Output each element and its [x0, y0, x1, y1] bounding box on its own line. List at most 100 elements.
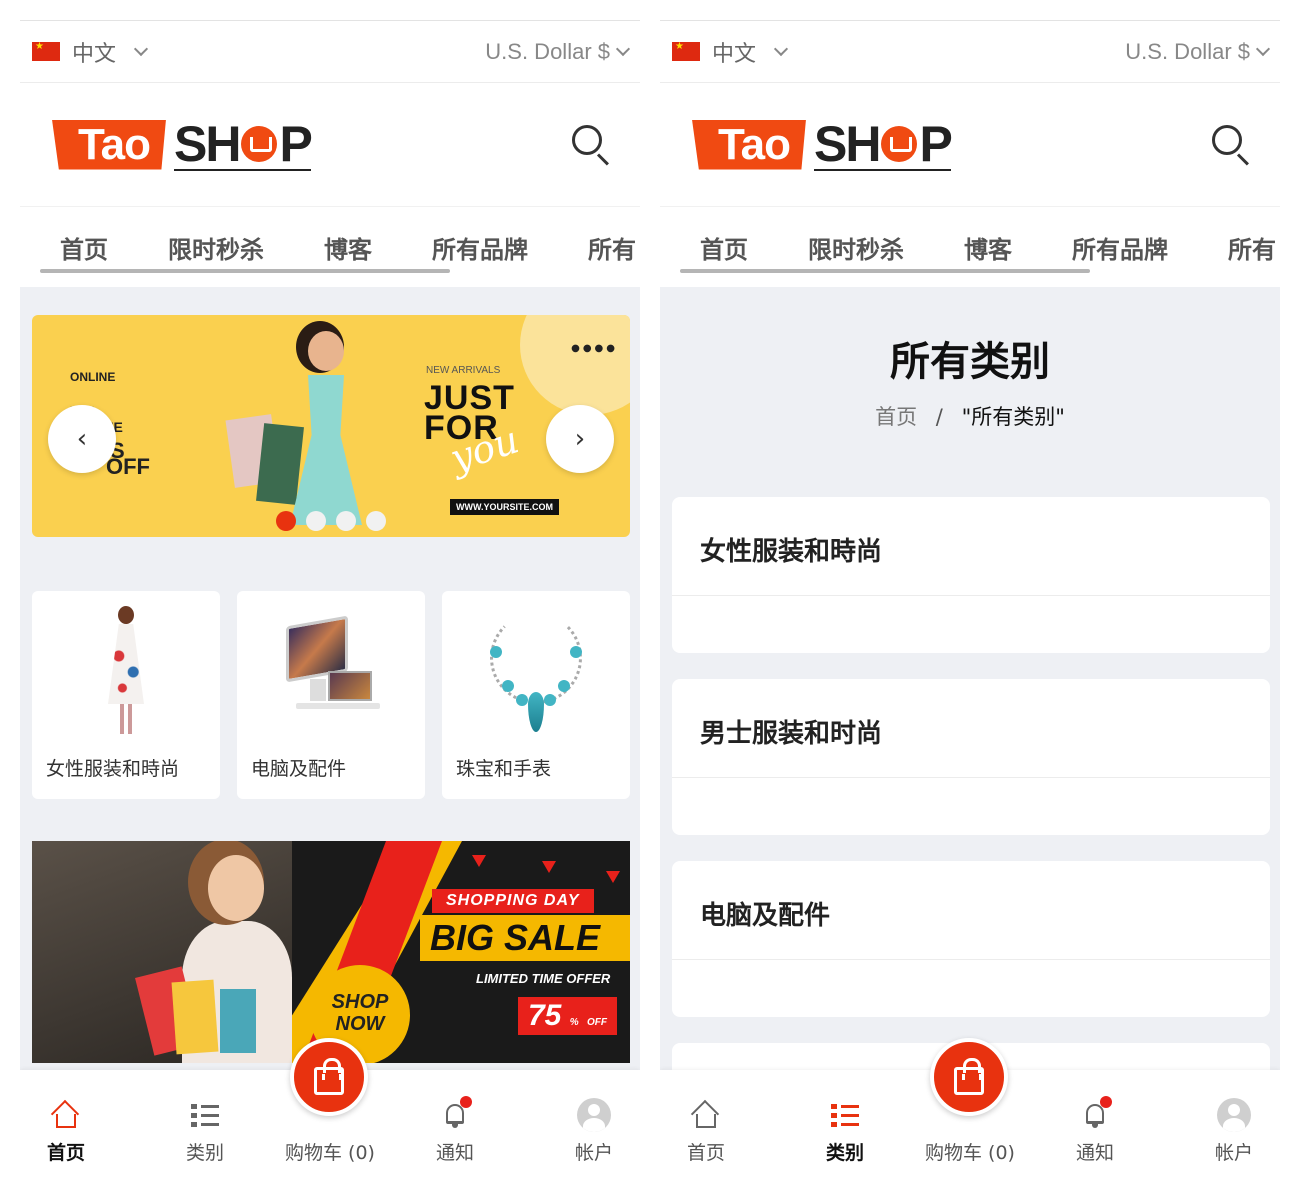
category-section[interactable]: 女性服装和時尚	[672, 497, 1270, 653]
bottom-nav-home[interactable]: 首页	[660, 1098, 756, 1165]
category-card-jewelry[interactable]: 珠宝和手表	[442, 591, 630, 799]
nav-scroll-indicator[interactable]	[680, 269, 1090, 273]
logo-tao-text: Tao	[52, 119, 166, 170]
banner-dot[interactable]	[336, 511, 356, 531]
banner-decor-dots: ●●●●	[571, 343, 618, 354]
category-card-computers[interactable]: 电脑及配件	[237, 591, 425, 799]
sale-off-label: OFF	[586, 1017, 607, 1028]
bottom-nav-label: 购物车 (0)	[925, 1142, 1015, 1164]
divider	[672, 777, 1270, 778]
currency-selector[interactable]: U.S. Dollar $	[1125, 38, 1271, 65]
nav-item-all-brands[interactable]: 所有品牌	[432, 230, 528, 265]
category-card-label: 电脑及配件	[251, 758, 347, 780]
bottom-nav-categories[interactable]: 类别	[795, 1098, 895, 1165]
logo-tao-text: Tao	[692, 119, 806, 170]
notification-badge	[1100, 1096, 1112, 1108]
banner-next-button[interactable]: ›	[546, 405, 614, 473]
currency-selector[interactable]: U.S. Dollar $	[485, 38, 631, 65]
top-bar: 中文 U.S. Dollar $	[660, 21, 1280, 83]
bottom-nav-account[interactable]: 帐户	[544, 1098, 640, 1165]
currency-label: U.S. Dollar $	[1125, 38, 1250, 64]
category-section-title[interactable]: 男士服装和时尚	[700, 713, 882, 750]
sale-banner[interactable]: SHOP NOW SHOPPING DAY BIG SALE LIMITED T…	[32, 841, 630, 1063]
breadcrumb-home-link[interactable]: 首页	[875, 405, 917, 429]
necklace-image-icon	[442, 601, 630, 741]
logo-shop-prefix: SH	[173, 115, 241, 172]
nav-item-home[interactable]: 首页	[700, 230, 748, 265]
category-section[interactable]: 电脑及配件	[672, 861, 1270, 1017]
banner-dot[interactable]	[306, 511, 326, 531]
chevron-down-icon	[773, 41, 789, 56]
header: Tao SH P	[660, 83, 1280, 207]
shopping-bag	[220, 989, 256, 1053]
bottom-nav-notifications[interactable]: 通知	[1045, 1096, 1145, 1165]
category-section-title[interactable]: 电脑及配件	[700, 895, 830, 932]
logo-shop-suffix: P	[919, 115, 952, 172]
decor-triangle	[542, 861, 556, 873]
bottom-nav-cart[interactable]: 购物车 (0)	[270, 1098, 390, 1165]
currency-label: U.S. Dollar $	[485, 38, 610, 64]
categories-screen: 中文 U.S. Dollar $ Tao SH P 首页 限时秒杀 博客 所有品…	[660, 20, 1280, 1180]
breadcrumb-current: "所有类别"	[961, 405, 1065, 429]
logo-shop-text: SH P	[173, 115, 313, 172]
bottom-nav: 首页 类别 购物车 (0) 通知 帐户	[20, 1038, 640, 1180]
banner-pagination	[276, 511, 386, 531]
sale-headline: BIG SALE	[420, 915, 630, 961]
nav-item-home[interactable]: 首页	[60, 230, 108, 265]
language-label: 中文	[712, 41, 757, 67]
computer-image-icon	[237, 601, 425, 741]
language-label: 中文	[72, 41, 117, 67]
sale-percent-sign: %	[569, 1017, 579, 1028]
sale-tag: SHOPPING DAY	[432, 889, 594, 913]
cart-logo-icon	[881, 125, 918, 162]
banner-prev-button[interactable]: ‹	[48, 405, 116, 473]
nav-item-flash-sale[interactable]: 限时秒杀	[168, 230, 264, 265]
banner-dot[interactable]	[276, 511, 296, 531]
bottom-nav-label: 首页	[686, 1142, 725, 1164]
language-selector[interactable]: 中文	[672, 36, 789, 68]
bottom-nav-notifications[interactable]: 通知	[405, 1096, 505, 1165]
banner-dot[interactable]	[366, 511, 386, 531]
category-section[interactable]: 男士服装和时尚	[672, 679, 1270, 835]
search-button[interactable]	[570, 123, 614, 167]
chevron-down-icon	[1255, 41, 1271, 56]
bottom-nav-home[interactable]: 首页	[20, 1098, 116, 1165]
china-flag-icon	[672, 41, 700, 61]
decor-triangle	[472, 855, 486, 867]
chevron-down-icon	[133, 41, 149, 56]
shop-now-text: SHOP	[331, 991, 389, 1013]
nav-item-blog[interactable]: 博客	[324, 230, 372, 265]
bottom-nav-account[interactable]: 帐户	[1184, 1098, 1280, 1165]
bottom-nav-label: 通知	[1075, 1142, 1114, 1164]
banner-new-arrivals: NEW ARRIVALS	[426, 365, 501, 376]
breadcrumb-separator: /	[935, 405, 943, 429]
logo-shop-prefix: SH	[813, 115, 881, 172]
search-button[interactable]	[1210, 123, 1254, 167]
sale-model-head	[208, 855, 264, 921]
category-card-women[interactable]: 女性服装和時尚	[32, 591, 220, 799]
bottom-nav-cart[interactable]: 购物车 (0)	[910, 1098, 1030, 1165]
nav-item-all-categories[interactable]: 所有	[1228, 230, 1276, 265]
sale-subtitle: LIMITED TIME OFFER	[476, 971, 611, 986]
nav-item-blog[interactable]: 博客	[964, 230, 1012, 265]
nav-item-flash-sale[interactable]: 限时秒杀	[808, 230, 904, 265]
nav-scroll-indicator[interactable]	[40, 269, 450, 273]
bottom-nav-categories[interactable]: 类别	[155, 1098, 255, 1165]
hero-banner[interactable]: ●●●● ONLINE FOR ONLINE S OFF NEW ARRIVAL…	[32, 315, 630, 537]
nav-item-all-brands[interactable]: 所有品牌	[1072, 230, 1168, 265]
language-selector[interactable]: 中文	[32, 36, 149, 68]
bottom-nav: 首页 类别 购物车 (0) 通知 帐户	[660, 1038, 1280, 1180]
nav-item-all-categories[interactable]: 所有	[588, 230, 636, 265]
bottom-nav-label: 首页	[46, 1142, 85, 1164]
taoshop-logo[interactable]: Tao SH P	[692, 115, 953, 175]
shop-now-text: NOW	[335, 1013, 385, 1035]
taoshop-logo[interactable]: Tao SH P	[52, 115, 313, 175]
banner-line: OFF	[106, 454, 150, 479]
category-section-title[interactable]: 女性服装和時尚	[700, 531, 882, 568]
home-icon	[690, 1099, 720, 1129]
shopping-bag-icon	[954, 1058, 984, 1095]
bottom-nav-label: 通知	[435, 1142, 474, 1164]
search-icon-handle	[1236, 152, 1249, 165]
logo-shop-suffix: P	[279, 115, 312, 172]
bottom-nav-label: 帐户	[1214, 1142, 1253, 1164]
